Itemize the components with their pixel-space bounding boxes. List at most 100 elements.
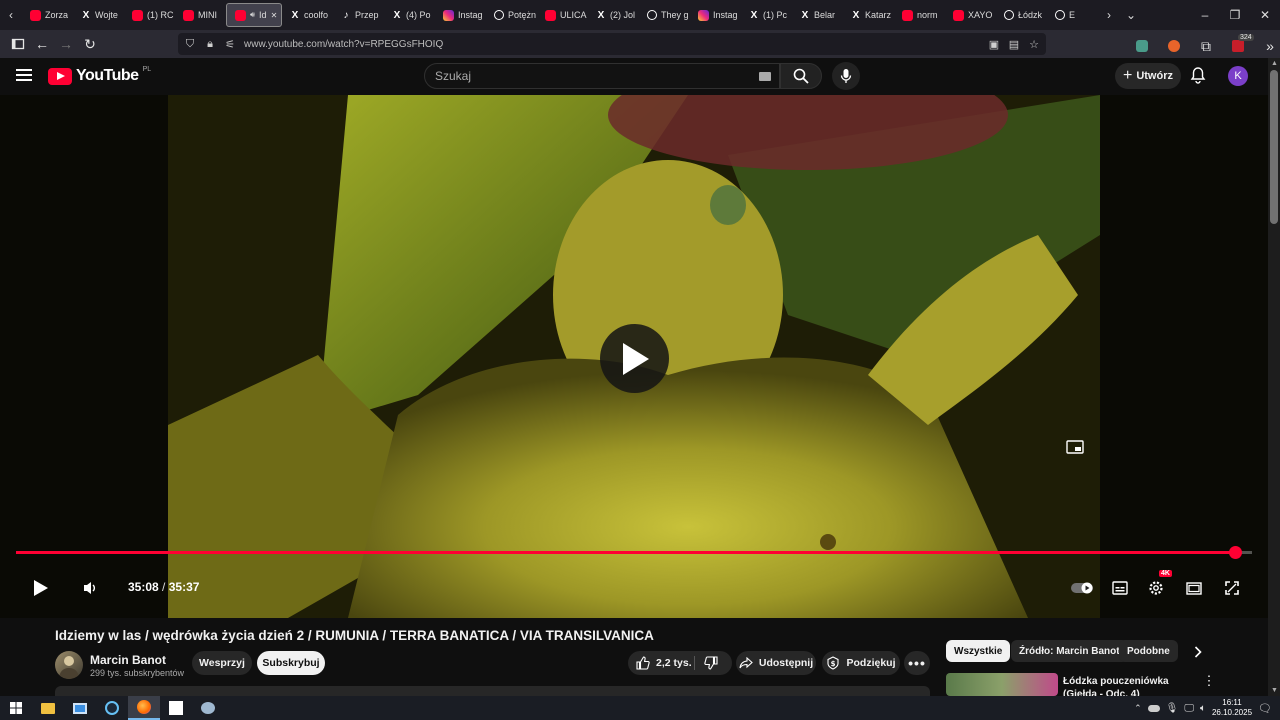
subtitles-button[interactable]	[1104, 570, 1136, 606]
shield-extension-icon[interactable]	[1130, 34, 1154, 58]
browser-tab[interactable]: XAYO	[945, 3, 996, 27]
mail-bird-app-icon[interactable]	[192, 696, 224, 720]
permissions-icon[interactable]: ⚟	[224, 38, 236, 51]
progress-bar[interactable]	[16, 546, 1252, 559]
onedrive-cloud-icon[interactable]	[1147, 704, 1160, 712]
back-icon[interactable]: ←	[30, 32, 54, 56]
settings-button[interactable]: 4K	[1140, 570, 1172, 606]
scrollbar-thumb[interactable]	[1270, 70, 1278, 224]
related-video-title[interactable]: Łódzka pouczeniówka (Giełda - Odc. 4)	[1063, 675, 1203, 696]
chip-related[interactable]: Podobne	[1119, 640, 1178, 662]
browser-tab[interactable]: X (4) Po	[384, 3, 435, 27]
browser-tab[interactable]: X Belar	[792, 3, 843, 27]
network-icon[interactable]: 🖵︎	[1184, 703, 1194, 714]
support-button[interactable]: Wesprzyj	[192, 651, 252, 675]
theater-mode-button[interactable]	[1178, 570, 1210, 606]
notion-app-icon[interactable]	[160, 696, 192, 720]
mute-button[interactable]	[74, 570, 106, 606]
fox-extension-icon[interactable]	[1162, 34, 1186, 58]
browser-tab[interactable]: X (1) Pc	[741, 3, 792, 27]
reload-icon[interactable]: ↻	[78, 32, 102, 56]
search-input[interactable]: Szukaj	[424, 63, 780, 89]
thanks-button[interactable]: $ Podziękuj	[822, 651, 900, 675]
browser-tab[interactable]: (1) RC	[124, 3, 175, 27]
badge-extension-icon[interactable]: 324	[1226, 34, 1254, 58]
page-scrollbar[interactable]: ▲ ▼	[1268, 58, 1280, 696]
minimize-icon[interactable]: –	[1190, 0, 1220, 30]
search-button[interactable]	[780, 63, 822, 89]
share-button[interactable]: Udostępnij	[736, 651, 816, 675]
sidebar-toggle-icon[interactable]	[6, 32, 30, 56]
create-button[interactable]: + Utwórz	[1115, 63, 1181, 89]
browser-tab[interactable]: Instag	[690, 3, 741, 27]
description-box[interactable]	[55, 686, 930, 696]
scroll-down-arrow-icon[interactable]: ▼	[1271, 687, 1278, 694]
dislike-button[interactable]	[704, 656, 718, 670]
browser-tab[interactable]: Łódzk	[996, 3, 1047, 27]
extensions-puzzle-icon[interactable]: ⧉	[1194, 34, 1218, 58]
microphone-tray-icon[interactable]: 🎙︎	[1166, 703, 1179, 714]
tab-close-icon[interactable]: ✕	[271, 11, 278, 20]
channel-avatar[interactable]	[55, 651, 83, 679]
browser-tab[interactable]: 🔊︎ Id ✕	[226, 3, 282, 27]
reader-view-icon[interactable]: ▤	[1008, 38, 1020, 51]
autoplay-toggle[interactable]	[1066, 570, 1098, 606]
steam-icon[interactable]	[96, 696, 128, 720]
more-actions-button[interactable]: •••	[904, 651, 930, 675]
browser-tab[interactable]: ♪ Przep	[333, 3, 384, 27]
youtube-logo[interactable]: YouTube PL	[48, 66, 151, 85]
browser-tab[interactable]: ULICA	[537, 3, 588, 27]
forward-icon[interactable]: →	[54, 32, 78, 56]
close-window-icon[interactable]: ✕	[1250, 0, 1280, 30]
browser-tab[interactable]: X Katarz	[843, 3, 894, 27]
browser-tab[interactable]: Instag	[435, 3, 486, 27]
address-bar[interactable]: ⛉ 🔒︎ ⚟ www.youtube.com/watch?v=RPEGGsFHO…	[178, 33, 1046, 55]
account-avatar[interactable]: K	[1228, 66, 1248, 86]
browser-tab[interactable]: Xcoolfo	[282, 3, 333, 27]
play-button[interactable]	[24, 570, 56, 606]
browser-tab[interactable]: They g	[639, 3, 690, 27]
firefox-icon[interactable]	[128, 696, 160, 720]
bookmark-star-icon[interactable]: ☆	[1028, 38, 1040, 51]
picture-in-picture-icon[interactable]: ▣	[988, 38, 1000, 51]
browser-tab[interactable]: X (2) Jol	[588, 3, 639, 27]
url-text[interactable]: www.youtube.com/watch?v=RPEGGsFHOIQ	[244, 39, 443, 50]
browser-tab[interactable]: X Wojte	[73, 3, 124, 27]
notifications-icon[interactable]: 🗨︎	[1258, 702, 1272, 715]
overflow-chevron-icon[interactable]: »	[1258, 34, 1280, 58]
tab-list-dropdown-icon[interactable]: ⌄	[1120, 3, 1142, 27]
file-explorer-icon[interactable]	[32, 696, 64, 720]
chip-all[interactable]: Wszystkie	[946, 640, 1011, 662]
browser-tab[interactable]: MINI	[175, 3, 226, 27]
fullscreen-button[interactable]	[1216, 570, 1248, 606]
guide-menu-icon[interactable]	[16, 68, 32, 82]
chip-from-channel[interactable]: Źródło: Marcin Banot	[1011, 640, 1128, 662]
tray-overflow-chevron-icon[interactable]: ⌃	[1134, 703, 1142, 714]
monitor-app-icon[interactable]	[64, 696, 96, 720]
miniplayer-icon[interactable]	[1066, 438, 1084, 456]
related-video-menu-icon[interactable]: ⋮	[1202, 673, 1216, 691]
related-video-thumbnail[interactable]	[946, 673, 1058, 696]
tracking-shield-icon[interactable]: ⛉	[184, 38, 196, 51]
tab-scroll-left-icon[interactable]: ‹	[0, 3, 22, 27]
voice-search-button[interactable]	[832, 62, 860, 90]
chips-next-chevron-icon[interactable]	[1188, 642, 1208, 662]
video-player[interactable]: 35:08 / 35:37 4K	[0, 95, 1268, 618]
browser-tab[interactable]: norm	[894, 3, 945, 27]
keyboard-icon[interactable]	[759, 72, 771, 81]
channel-name[interactable]: Marcin Banot	[90, 653, 166, 667]
tab-scroll-right-icon[interactable]: ›	[1098, 3, 1120, 27]
lock-icon[interactable]: 🔒︎	[204, 38, 216, 51]
tab-audio-icon[interactable]: 🔊︎	[250, 10, 255, 20]
subscribe-button[interactable]: Subskrybuj	[257, 651, 325, 675]
large-play-button[interactable]	[600, 324, 669, 393]
scroll-up-arrow-icon[interactable]: ▲	[1271, 60, 1278, 67]
speaker-icon[interactable]: 🔈︎	[1200, 703, 1206, 714]
maximize-icon[interactable]: ❐	[1220, 0, 1250, 30]
browser-tab[interactable]: E	[1047, 3, 1098, 27]
progress-scrubber-handle[interactable]	[1229, 546, 1243, 559]
taskbar-clock[interactable]: 16:11 26.10.2025	[1212, 698, 1252, 718]
browser-tab[interactable]: Potężn	[486, 3, 537, 27]
related-video-item[interactable]: Łódzka pouczeniówka (Giełda - Odc. 4) ⋮	[946, 673, 1246, 696]
notifications-bell-icon[interactable]	[1190, 66, 1206, 84]
